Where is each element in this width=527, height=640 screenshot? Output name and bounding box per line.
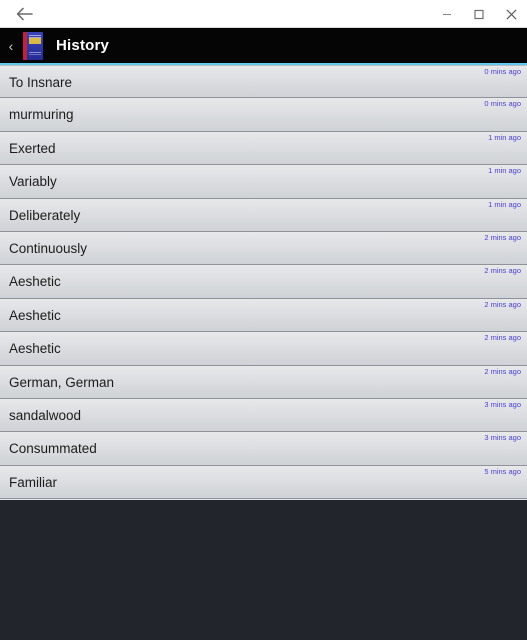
history-list-item[interactable]: Aeshetic 2 mins ago (0, 265, 527, 299)
history-item-title: Familiar (9, 474, 58, 490)
history-item-title: Aeshetic (9, 341, 61, 357)
dictionary-book-icon (23, 31, 43, 60)
history-item-timestamp: 3 mins ago (484, 433, 521, 443)
page-title: History (56, 37, 110, 54)
history-item-title: Consummated (9, 441, 97, 457)
history-item-timestamp: 1 min ago (488, 199, 521, 209)
history-item-title: To Insnare (9, 75, 73, 90)
empty-area (0, 500, 527, 640)
history-list-item[interactable]: Consummated 3 mins ago (0, 432, 527, 466)
history-list-item[interactable]: Aeshetic 2 mins ago (0, 298, 527, 333)
history-item-timestamp: 2 mins ago (484, 266, 521, 276)
history-item-timestamp: 2 mins ago (484, 299, 521, 309)
history-list-item[interactable]: Aeshetic 2 mins ago (0, 332, 527, 366)
minimize-button[interactable] (431, 0, 463, 28)
history-item-timestamp: 3 mins ago (484, 399, 521, 409)
history-item-title: Deliberately (9, 207, 81, 223)
history-item-title: Exerted (9, 140, 56, 156)
app-header: ‹ History (0, 28, 527, 63)
history-item-title: murmuring (9, 107, 74, 123)
app-window: ‹ History To Insnare 0 mins ago murmuring 0… (0, 0, 527, 640)
history-list-item[interactable]: Exerted 1 min ago (0, 131, 527, 166)
history-item-timestamp: 1 min ago (488, 132, 521, 142)
window-titlebar (0, 0, 527, 28)
history-item-timestamp: 1 min ago (488, 166, 521, 176)
history-item-timestamp: 2 mins ago (484, 366, 521, 376)
history-list-item[interactable]: To Insnare 0 mins ago (0, 65, 527, 99)
history-item-title: Aeshetic (9, 274, 61, 290)
history-list-item[interactable]: sandalwood 3 mins ago (0, 398, 527, 433)
history-list-item[interactable]: Continuously 2 mins ago (0, 231, 527, 266)
history-item-timestamp: 2 mins ago (484, 333, 521, 343)
maximize-button[interactable] (463, 0, 495, 28)
history-list[interactable]: To Insnare 0 mins ago murmuring 0 mins ago E… (0, 65, 527, 500)
history-item-timestamp: 0 mins ago (484, 99, 521, 109)
history-list-item[interactable]: German, German 2 mins ago (0, 365, 527, 399)
history-item-title: Continuously (9, 240, 88, 256)
history-list-item[interactable]: murmuring 0 mins ago (0, 98, 527, 132)
history-item-timestamp: 0 mins ago (484, 67, 521, 76)
history-item-title: German, German (9, 374, 115, 390)
history-list-item[interactable]: Variably 1 min ago (0, 165, 527, 199)
history-item-title: sandalwood (9, 407, 82, 423)
history-item-title: Aeshetic (9, 307, 61, 323)
back-arrow-icon[interactable] (9, 0, 39, 28)
history-item-title: Variably (9, 174, 57, 190)
history-list-item[interactable]: Familiar 5 mins ago (0, 465, 527, 500)
history-item-timestamp: 5 mins ago (484, 466, 521, 476)
history-list-item[interactable]: Deliberately 1 min ago (0, 198, 527, 232)
history-item-timestamp: 2 mins ago (484, 232, 521, 242)
header-back-chevron-icon[interactable]: ‹ (0, 28, 20, 63)
close-button[interactable] (495, 0, 527, 28)
window-controls (431, 0, 527, 28)
